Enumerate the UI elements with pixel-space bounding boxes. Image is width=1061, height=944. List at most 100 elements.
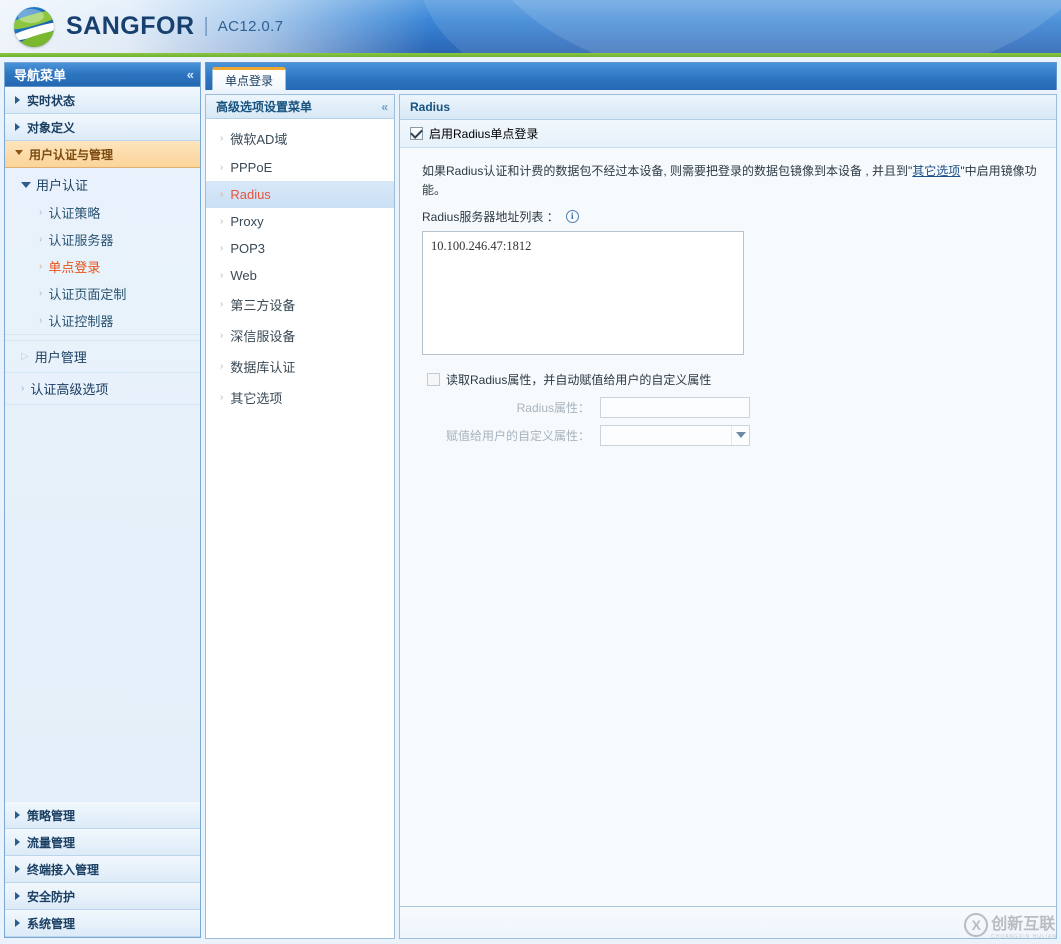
submenu-list: › 微软AD域 › PPPoE › Radius › Proxy › POP3 … [206,119,394,938]
chevron-down-icon [15,149,23,159]
chevron-right-icon: › [39,207,43,218]
submenu-item-label: POP3 [230,241,266,256]
radius-attribute-input[interactable] [600,396,750,418]
sidebar-item-auth-controller[interactable]: › 认证控制器 [5,307,200,334]
sidebar-group-security-protection[interactable]: 安全防护 [5,883,200,910]
brand-version: AC12.0.7 [217,18,284,35]
chevron-right-icon: › [39,288,43,299]
submenu-item-other-options[interactable]: › 其它选项 [206,382,394,413]
submenu-item-radius[interactable]: › Radius [206,181,394,208]
sidebar-item-auth-page-customize[interactable]: › 认证页面定制 [5,280,200,307]
chevron-right-icon: › [220,216,224,227]
sidebar-item-auth-policy[interactable]: › 认证策略 [5,199,200,226]
tab-strip: 单点登录 [205,62,1057,90]
panel-body: 如果Radius认证和计费的数据包不经过本设备, 则需要把登录的数据包镜像到本设… [400,148,1056,906]
tab-label: 单点登录 [225,73,274,88]
brand-name: SANGFOR [66,12,195,40]
collapse-sidebar-icon[interactable]: « [187,67,194,82]
sidebar-group-label: 系统管理 [27,916,76,931]
chevron-right-icon: › [220,162,224,173]
sidebar-subsection-user-auth[interactable]: 用户认证 [5,168,200,199]
sidebar-group-label: 策略管理 [27,808,76,823]
collapse-submenu-icon[interactable]: « [381,100,388,114]
submenu-item-label: 微软AD域 [230,132,288,147]
submenu-item-label: Radius [230,187,271,202]
panel-footer [400,906,1056,938]
chevron-right-icon [15,919,20,927]
server-list-label-row: Radius服务器地址列表 ： i [422,208,1056,225]
submenu-item-proxy[interactable]: › Proxy [206,208,394,235]
sidebar-group-policy-management[interactable]: 策略管理 [5,802,200,829]
server-list-label: Radius服务器地址列表 ： [422,210,559,224]
chevron-down-icon [731,425,749,445]
submenu-item-label: 深信服设备 [230,329,296,344]
app-header: SANGFOR | AC12.0.7 [0,0,1061,57]
submenu-item-label: Proxy [230,214,264,229]
sidebar-group-label: 终端接入管理 [27,862,100,877]
submenu-item-pop3[interactable]: › POP3 [206,235,394,262]
read-radius-attribute-row[interactable]: 读取Radius属性，并自动赋值给用户的自定义属性 [427,371,1056,388]
chevron-right-icon [15,123,20,131]
chevron-right-icon: › [39,261,43,272]
submenu-item-web[interactable]: › Web [206,262,394,289]
custom-attribute-label: 赋值给用户的自定义属性： [445,428,590,443]
sidebar-item-label: 单点登录 [48,260,101,275]
advanced-options-submenu: 高级选项设置菜单 « › 微软AD域 › PPPoE › Radius › Pr… [205,94,395,939]
sidebar-item-label: 认证高级选项 [30,382,109,397]
header-green-stripe [0,53,1061,57]
sidebar-group-label: 用户认证与管理 [29,147,114,162]
info-icon[interactable]: i [565,210,579,223]
sidebar-group-label: 安全防护 [27,889,76,904]
submenu-item-label: 数据库认证 [230,360,296,375]
header-branding: SANGFOR | AC12.0.7 [0,0,283,53]
submenu-item-database-auth[interactable]: › 数据库认证 [206,351,394,382]
sidebar-group-user-auth-management[interactable]: 用户认证与管理 [5,141,200,168]
read-radius-attribute-label: 读取Radius属性，并自动赋值给用户的自定义属性 [446,373,712,387]
nav-sidebar-header: 导航菜单 « [5,63,200,87]
chevron-right-icon: › [21,383,25,394]
sidebar-item-user-management[interactable]: ▷ 用户管理 [5,340,200,372]
chevron-right-icon: › [220,243,224,254]
sidebar-group-traffic-management[interactable]: 流量管理 [5,829,200,856]
nav-sidebar-bottom-groups: 策略管理 流量管理 终端接入管理 安全防护 系统管理 [5,802,200,937]
radius-attribute-label: Radius属性： [516,400,590,415]
sidebar-group-label: 流量管理 [27,835,76,850]
read-radius-attribute-checkbox[interactable] [427,373,440,386]
radius-description: 如果Radius认证和计费的数据包不经过本设备, 则需要把登录的数据包镜像到本设… [422,162,1056,200]
enable-radius-sso-row[interactable]: 启用Radius单点登录 [400,120,1056,148]
radius-server-list-textarea[interactable]: 10.100.246.47:1812 [422,231,744,355]
sidebar-group-endpoint-access-management[interactable]: 终端接入管理 [5,856,200,883]
other-options-link[interactable]: 其它选项 [912,164,960,178]
sidebar-group-object-definition[interactable]: 对象定义 [5,114,200,141]
tab-single-sign-on[interactable]: 单点登录 [212,67,287,90]
right-area: 单点登录 高级选项设置菜单 « › 微软AD域 › PPPoE › Radius… [201,57,1061,944]
submenu-header: 高级选项设置菜单 « [206,95,394,119]
main-layout: 导航菜单 « 实时状态 对象定义 用户认证与管理 用户认证 › 认证策略 › 认… [0,57,1061,944]
description-part-1: 如果Radius认证和计费的数据包不经过本设备, 则需要把登录的数据包镜像到本设… [422,164,913,178]
nav-sidebar-title: 导航菜单 [14,68,67,83]
sidebar-item-auth-advanced-options[interactable]: › 认证高级选项 [5,372,200,404]
sidebar-divider [5,404,200,410]
radius-settings-panel: Radius 启用Radius单点登录 如果Radius认证和计费的数据包不经过… [399,94,1057,939]
chevron-right-icon: › [220,270,224,281]
brand-separator: | [203,15,209,37]
submenu-item-pppoe[interactable]: › PPPoE [206,154,394,181]
content-panes: 高级选项设置菜单 « › 微软AD域 › PPPoE › Radius › Pr… [205,90,1057,944]
sidebar-item-auth-server[interactable]: › 认证服务器 [5,226,200,253]
chevron-right-icon: › [220,299,224,310]
chevron-right-icon: › [39,315,43,326]
submenu-item-label: Web [230,268,257,283]
sidebar-group-system-management[interactable]: 系统管理 [5,910,200,937]
sidebar-item-label: 认证服务器 [48,233,114,248]
enable-radius-sso-checkbox[interactable] [410,127,423,140]
submenu-item-microsoft-ad[interactable]: › 微软AD域 [206,123,394,154]
submenu-item-sangfor-device[interactable]: › 深信服设备 [206,320,394,351]
custom-attribute-select[interactable] [600,424,750,446]
sidebar-group-realtime-status[interactable]: 实时状态 [5,87,200,114]
sidebar-item-label: 认证策略 [48,206,101,221]
sidebar-item-single-sign-on[interactable]: › 单点登录 [5,253,200,280]
sidebar-item-label: 认证页面定制 [48,287,127,302]
submenu-item-third-party-device[interactable]: › 第三方设备 [206,289,394,320]
chevron-right-icon: › [220,189,224,200]
submenu-item-label: PPPoE [230,160,273,175]
